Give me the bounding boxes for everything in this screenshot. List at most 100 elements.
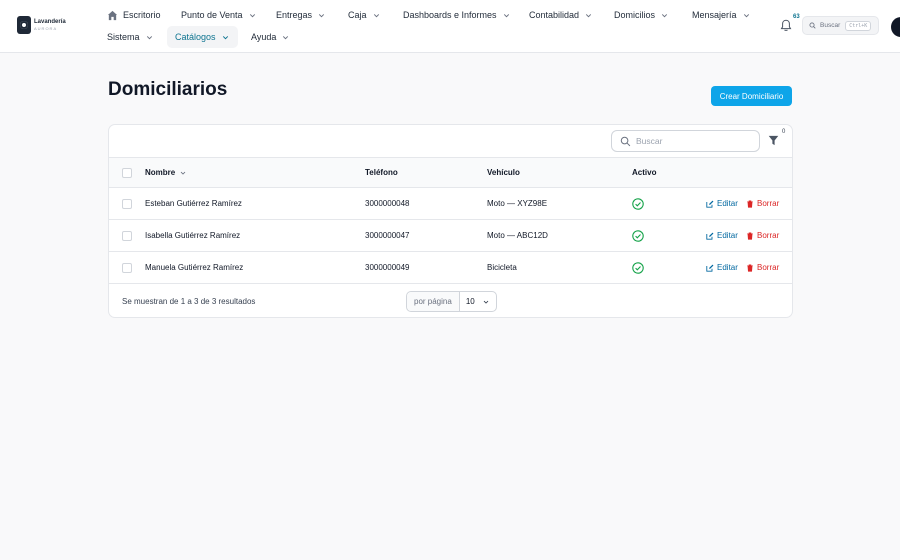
bell-icon[interactable] [780,19,792,32]
chevron-down-icon [373,13,379,17]
per-page-control: por página 10 [406,291,497,312]
check-circle-icon [632,198,644,210]
nav-item-label: Caja [348,10,367,20]
chevron-down-icon [222,35,228,39]
nav-item-label: Entregas [276,10,313,20]
brand-name: Lavandería [34,19,66,25]
domiciliarios-table-card: 0 Nombre Teléfono Vehículo Activo Esteba… [108,124,793,318]
edit-label: Editar [717,263,738,272]
nav-item-escritorio[interactable]: Escritorio [107,4,161,26]
edit-label: Editar [717,231,738,240]
global-search-label: Buscar [820,22,841,29]
column-header-activo: Activo [632,168,657,177]
column-header-label: Nombre [145,168,176,177]
edit-icon [706,232,714,240]
pagination-summary: Se muestran de 1 a 3 de 3 resultados [122,297,256,306]
cell-name: Esteban Gutiérrez Ramírez [145,199,242,208]
top-navigation-bar: Lavandería AURORA Escritorio Punto de Ve… [0,0,900,53]
cell-phone: 3000000049 [365,263,410,272]
delete-button[interactable]: Borrar [746,263,779,272]
create-domiciliario-button[interactable]: Crear Domiciliario [711,86,792,106]
cell-name: Manuela Gutiérrez Ramírez [145,263,244,272]
edit-button[interactable]: Editar [706,231,738,240]
edit-label: Editar [717,199,738,208]
edit-icon [706,200,714,208]
trash-icon [747,199,753,208]
cell-vehicle: Moto — XYZ98E [487,199,548,208]
chevron-down-icon [180,171,186,175]
table-row: Isabella Gutiérrez Ramírez 3000000047 Mo… [109,220,792,252]
table-row: Manuela Gutiérrez Ramírez 3000000049 Bic… [109,252,792,284]
nav-item-caja[interactable]: Caja [348,4,381,26]
edit-icon [706,264,714,272]
select-all-checkbox[interactable] [122,168,132,178]
per-page-select[interactable]: 10 [460,292,496,311]
nav-item-ayuda[interactable]: Ayuda [251,26,290,48]
delete-button[interactable]: Borrar [746,199,779,208]
nav-item-sistema[interactable]: Sistema [107,26,154,48]
cell-vehicle: Moto — ABC12D [487,231,548,240]
chevron-down-icon [318,13,325,17]
nav-item-label: Sistema [107,32,140,42]
check-circle-icon [632,230,644,242]
chevron-down-icon [283,35,289,39]
nav-item-label: Punto de Venta [181,10,243,20]
filter-icon[interactable] [768,135,779,146]
nav-item-label: Catálogos [175,32,216,42]
chevron-down-icon [743,13,749,17]
nav-item-label: Escritorio [123,10,161,20]
delete-label: Borrar [757,199,780,208]
filter-count-badge: 0 [782,129,786,135]
nav-item-dashboards[interactable]: Dashboards e Informes [403,4,511,26]
notification-count-badge: 63 [793,14,800,20]
nav-item-label: Mensajería [692,10,737,20]
nav-item-label: Contabilidad [529,10,580,20]
edit-button[interactable]: Editar [706,263,738,272]
chevron-down-icon [483,300,489,304]
table-row: Esteban Gutiérrez Ramírez 3000000048 Mot… [109,188,792,220]
nav-item-domicilios[interactable]: Domicilios [614,4,669,26]
chevron-down-icon [661,13,668,17]
table-header-row: Nombre Teléfono Vehículo Activo [109,158,792,188]
nav-item-label: Domicilios [614,10,656,20]
nav-item-contabilidad[interactable]: Contabilidad [529,4,593,26]
cell-phone: 3000000048 [365,199,410,208]
column-header-nombre[interactable]: Nombre [145,168,187,177]
check-circle-icon [632,262,644,274]
nav-item-mensajeria[interactable]: Mensajería [692,4,751,26]
column-header-telefono: Teléfono [365,168,398,177]
delete-label: Borrar [757,263,780,272]
row-checkbox[interactable] [122,231,132,241]
global-search-button[interactable]: Buscar Ctrl+K [802,16,879,35]
chevron-down-icon [146,35,152,39]
chevron-down-icon [249,13,255,17]
table-search-input[interactable] [636,136,746,146]
delete-label: Borrar [757,231,780,240]
per-page-value: 10 [465,297,475,306]
cell-name: Isabella Gutiérrez Ramírez [145,231,241,240]
cell-phone: 3000000047 [365,231,410,240]
cell-vehicle: Bicicleta [487,263,517,272]
chevron-down-icon [585,13,592,17]
user-avatar[interactable] [891,17,900,37]
page-title: Domiciliarios [108,79,228,100]
row-checkbox[interactable] [122,263,132,273]
logo-icon [17,16,31,34]
nav-item-entregas[interactable]: Entregas [276,4,326,26]
nav-item-label: Dashboards e Informes [403,10,497,20]
search-shortcut-hint: Ctrl+K [845,20,872,31]
search-icon [809,22,816,29]
nav-item-catalogos[interactable]: Catálogos [167,26,238,48]
table-toolbar: 0 [109,125,792,158]
brand-logo[interactable]: Lavandería AURORA [17,16,66,34]
per-page-label: por página [407,292,460,311]
nav-item-label: Ayuda [251,32,277,42]
row-checkbox[interactable] [122,199,132,209]
edit-button[interactable]: Editar [706,199,738,208]
trash-icon [747,231,753,240]
brand-subtitle: AURORA [34,26,58,31]
delete-button[interactable]: Borrar [746,231,779,240]
table-search[interactable] [611,130,760,152]
nav-item-punto-de-venta[interactable]: Punto de Venta [181,4,257,26]
chevron-down-icon [503,13,509,17]
